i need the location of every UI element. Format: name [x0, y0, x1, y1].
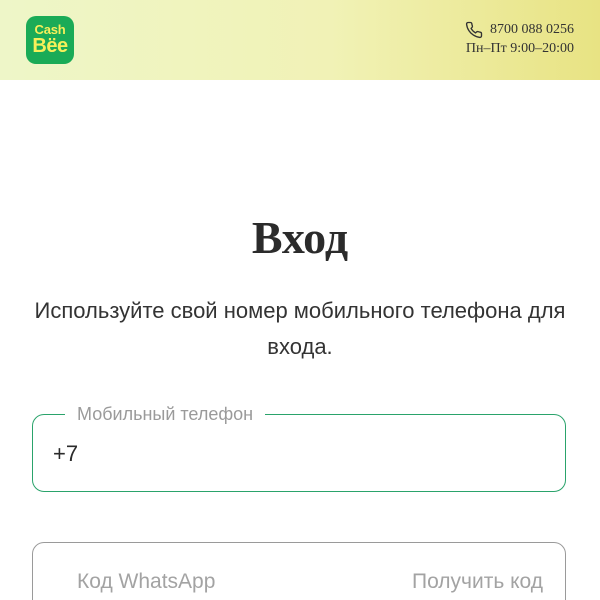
phone-icon — [465, 21, 483, 39]
contact-phone-row[interactable]: 8700 088 0256 — [465, 20, 574, 39]
phone-input[interactable] — [53, 437, 543, 471]
phone-field-label: Мобильный телефон — [65, 403, 266, 425]
whatsapp-code-placeholder: Код WhatsApp — [77, 570, 216, 593]
logo-text-bee: Bёe — [32, 35, 68, 57]
cashbee-logo[interactable]: Cash Bёe — [26, 16, 74, 64]
phone-field[interactable]: Мобильный телефон — [32, 403, 566, 492]
page-title: Вход — [251, 212, 349, 263]
contact-phone-number: 8700 088 0256 — [490, 22, 574, 37]
contact-info: 8700 088 0256 Пн–Пт 9:00–20:00 — [465, 20, 574, 58]
whatsapp-code-field[interactable]: Код WhatsApp Получить код — [32, 542, 566, 600]
contact-hours: Пн–Пт 9:00–20:00 — [465, 41, 574, 56]
header: Cash Bёe 8700 088 0256 Пн–Пт 9:00–20:00 — [0, 0, 600, 80]
page-subtitle: Используйте свой номер мобильного телефо… — [34, 298, 566, 359]
get-code-button[interactable]: Получить код — [412, 569, 543, 595]
